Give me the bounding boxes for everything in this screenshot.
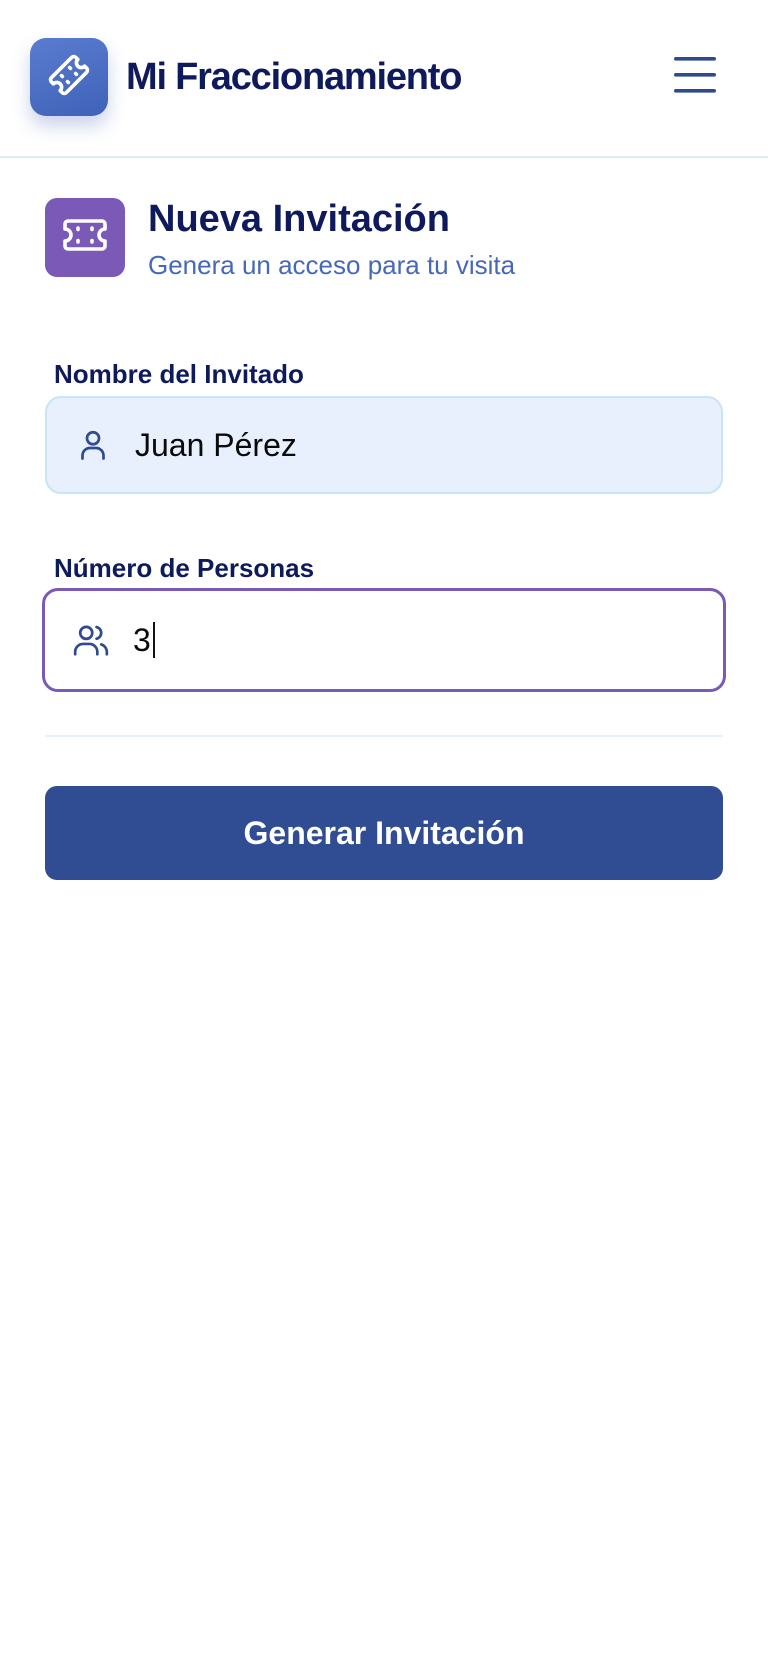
hamburger-menu-icon [672, 55, 718, 100]
page-subtitle: Genera un acceso para tu visita [148, 250, 516, 280]
people-count-label: Número de Personas [54, 553, 315, 583]
form-divider [45, 735, 723, 737]
app-logo[interactable] [30, 38, 108, 116]
people-count-text: 3 [133, 622, 151, 658]
app-title: Mi Fraccionamiento [126, 56, 462, 98]
invitation-page: Mi Fraccionamiento Nueva Invitación Gene… [0, 0, 768, 1668]
guest-name-value: Juan Pérez [135, 427, 297, 463]
ticket-icon [61, 215, 109, 260]
page-title: Nueva Invitación [148, 198, 450, 240]
guest-name-field[interactable]: Juan Pérez [45, 396, 723, 494]
people-count-value: 3 [133, 620, 155, 660]
menu-button[interactable] [668, 52, 722, 102]
people-count-field[interactable]: 3 [42, 588, 726, 692]
section-icon [45, 198, 125, 277]
users-icon [71, 620, 111, 660]
ticket-icon [46, 52, 92, 103]
user-icon [73, 425, 113, 465]
app-header: Mi Fraccionamiento [0, 0, 768, 158]
generate-invitation-button[interactable]: Generar Invitación [45, 786, 723, 880]
guest-name-label: Nombre del Invitado [54, 359, 304, 389]
text-cursor [152, 622, 155, 658]
